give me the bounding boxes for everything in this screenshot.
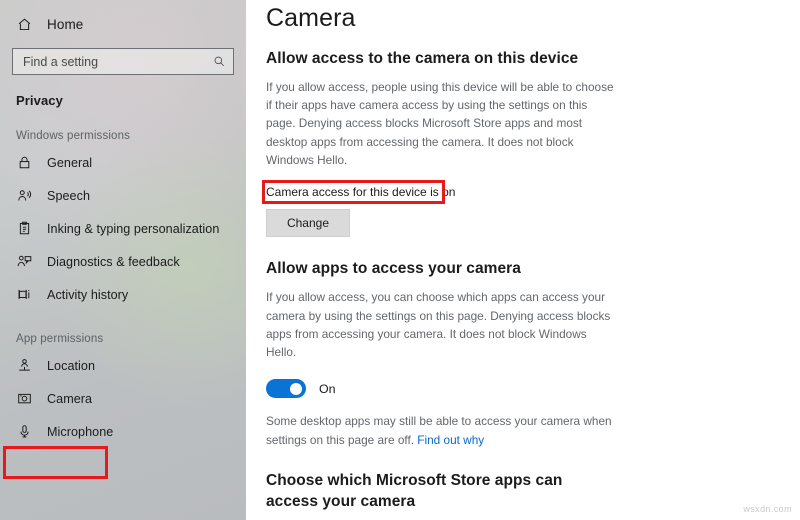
sidebar-item-diagnostics-feedback[interactable]: Diagnostics & feedback [0, 245, 246, 278]
sidebar-item-label: Microphone [47, 424, 114, 439]
sidebar-item-label: Speech [47, 188, 91, 203]
sidebar-item-speech[interactable]: Speech [0, 179, 246, 212]
find-out-why-link[interactable]: Find out why [417, 433, 484, 447]
search-box[interactable] [12, 48, 234, 75]
sidebar-item-label: Inking & typing personalization [47, 221, 220, 236]
location-pin-icon [16, 357, 33, 374]
sidebar-section-title: Privacy [16, 93, 63, 108]
device-access-status: Camera access for this device is on [266, 185, 456, 200]
device-access-description: If you allow access, people using this d… [266, 79, 614, 168]
home-label: Home [47, 16, 84, 32]
change-button[interactable]: Change [266, 209, 350, 238]
search-icon[interactable] [212, 53, 226, 70]
desktop-apps-note: Some desktop apps may still be able to a… [266, 398, 618, 449]
apps-access-description: If you allow access, you can choose whic… [266, 290, 611, 360]
sidebar-item-camera[interactable]: Camera [0, 382, 246, 415]
person-feedback-icon [16, 253, 33, 270]
sidebar-item-activity-history[interactable]: Activity history [0, 278, 246, 311]
microphone-icon [16, 423, 33, 440]
sidebar-item-label: Diagnostics & feedback [47, 254, 180, 269]
sidebar-group-label-windows-permissions: Windows permissions [16, 130, 131, 142]
sidebar-item-label: Activity history [47, 287, 129, 302]
store-apps-description: Turning off an app prevents it from dire… [266, 513, 618, 520]
camera-icon [16, 390, 33, 407]
sidebar-item-general[interactable]: General [0, 146, 246, 179]
sidebar-group-app-permissions: Location Camera Microphone [0, 349, 246, 448]
main-content: Camera Allow access to the camera on thi… [246, 0, 800, 520]
watermark: wsxdn.com [743, 504, 792, 514]
sidebar-item-inking-typing-personalization[interactable]: Inking & typing personalization [0, 212, 246, 245]
apps-access-heading: Allow apps to access your camera [266, 260, 521, 278]
toggle-knob [290, 382, 302, 395]
sidebar: Home Privacy Windows permissions [0, 0, 246, 520]
apps-access-toggle-row: On [266, 361, 800, 399]
apps-access-toggle[interactable] [266, 379, 306, 399]
store-apps-heading: Choose which Microsoft Store apps can ac… [266, 471, 563, 510]
apps-access-toggle-label: On [319, 381, 336, 396]
sidebar-item-location[interactable]: Location [0, 349, 246, 382]
home-icon [16, 16, 33, 33]
sidebar-group-windows-permissions: General Speech Inking & typing personali… [0, 146, 246, 311]
search-input[interactable] [23, 54, 212, 69]
sidebar-item-label: Location [47, 358, 96, 373]
speech-person-icon [16, 187, 33, 204]
page-title: Camera [266, 4, 356, 32]
highlight-box-camera [3, 446, 108, 479]
sidebar-item-label: General [47, 155, 93, 170]
sidebar-item-label: Camera [47, 391, 93, 406]
sidebar-item-microphone[interactable]: Microphone [0, 415, 246, 448]
lock-icon [16, 154, 33, 171]
settings-window: Home Privacy Windows permissions [0, 0, 800, 520]
device-access-heading: Allow access to the camera on this devic… [266, 50, 579, 67]
device-status-wrap: Camera access for this device is on [262, 169, 456, 205]
clipboard-pen-icon [16, 220, 33, 237]
sidebar-group-label-app-permissions: App permissions [16, 333, 104, 345]
activity-history-icon [16, 286, 33, 303]
home-nav-item[interactable]: Home [0, 0, 246, 38]
